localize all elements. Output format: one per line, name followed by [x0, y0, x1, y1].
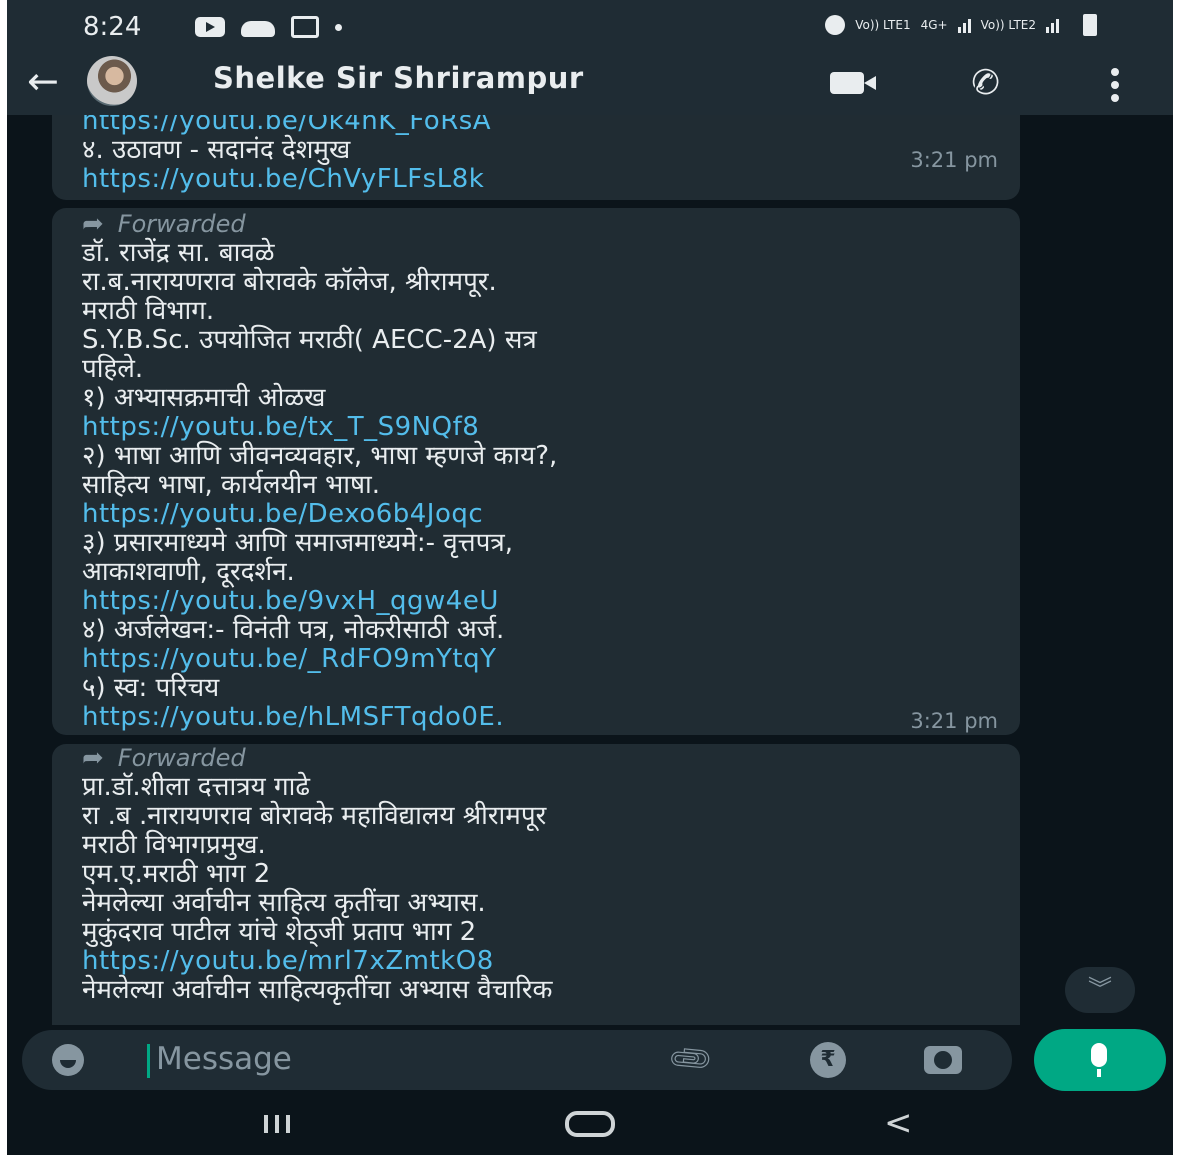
forwarded-text: Forwarded — [117, 744, 246, 772]
message-link[interactable]: https://youtu.be/hLMSFTqdo0E. — [82, 703, 992, 732]
status-bar: 8:24 Vo)) LTE1 4G+ Vo)) LTE2 — [7, 0, 1173, 55]
network-type-label: 4G+ — [920, 18, 948, 32]
message-link[interactable]: https://youtu.be/9vxH_qgw4eU — [82, 587, 992, 616]
message-text: पहिले. — [82, 354, 144, 384]
message-link[interactable]: https://youtu.be/ChVyFLFsL8k — [82, 165, 992, 194]
network-sim2-label: Vo)) LTE2 — [980, 18, 1036, 32]
message-list[interactable]: https://youtu.be/Ok4hK_FoRsA ४. उठावण - … — [7, 115, 1173, 1025]
chat-header: ← Shelke Sir Shrirampur ✆ — [7, 55, 1173, 115]
camera-icon[interactable] — [924, 1046, 962, 1074]
message-text: साहित्य भाषा, कार्यलयीन भाषा. — [82, 470, 380, 500]
message-text: नेमलेल्या अर्वाचीन साहित्यकृतींचा अभ्यास… — [82, 975, 553, 1005]
payment-rupee-icon[interactable]: ₹ — [810, 1042, 846, 1078]
double-chevron-down-icon: ︾ — [1088, 975, 1112, 1003]
message-text: S.Y.B.Sc. उपयोजित मराठी( AECC-2A) सत्र — [82, 325, 537, 355]
microphone-icon — [1091, 1043, 1107, 1077]
forward-arrow-icon: ➦ — [82, 743, 104, 773]
forwarded-label: ➦ Forwarded — [82, 210, 992, 239]
status-time: 8:24 — [83, 12, 142, 42]
message-text: एम.ए.मराठी भाग 2 — [82, 859, 271, 889]
alarm-icon — [825, 15, 846, 35]
battery-icon — [1083, 14, 1097, 36]
system-navigation-bar: < — [7, 1095, 1173, 1155]
message-text: नेमलेल्या अर्वाचीन साहित्य कृतींचा अभ्या… — [82, 888, 486, 918]
contact-name[interactable]: Shelke Sir Shrirampur — [213, 61, 584, 95]
status-indicators: Vo)) LTE1 4G+ Vo)) LTE2 — [825, 14, 1097, 36]
message-bubble[interactable]: ➦ Forwarded प्रा.डॉ.शीला दत्तात्रय गाढे … — [52, 744, 1020, 1025]
more-notifications-dot-icon — [335, 23, 342, 31]
scroll-to-bottom-button[interactable]: ︾ — [1065, 967, 1135, 1013]
back-icon[interactable]: < — [884, 1103, 913, 1143]
network-sim1-label: Vo)) LTE1 — [855, 18, 911, 32]
more-options-icon[interactable] — [1111, 68, 1119, 102]
signal-sim2-icon — [1046, 17, 1059, 33]
phone-screen: 8:24 Vo)) LTE1 4G+ Vo)) LTE2 ← Shelke Si… — [7, 0, 1173, 1155]
message-text: मराठी विभागप्रमुख. — [82, 830, 266, 860]
signal-sim1-icon — [957, 17, 971, 33]
message-text: ५) स्व: परिचय — [82, 673, 220, 703]
forward-arrow-icon: ➦ — [82, 209, 104, 239]
text-cursor — [147, 1044, 150, 1078]
message-text: ४) अर्जलेखन:- विनंती पत्र, नोकरीसाठी अर्… — [82, 615, 505, 645]
message-text: मुकुंदराव पाटील यांचे शेठ्जी प्रताप भाग … — [82, 917, 477, 947]
message-text: ३) प्रसारमाध्यमे आणि समाजमाध्यमे:- वृत्त… — [82, 528, 514, 558]
message-link[interactable]: https://youtu.be/mrl7xZmtkO8 — [82, 947, 992, 976]
message-text: २) भाषा आणि जीवनव्यवहार, भाषा म्हणजे काय… — [82, 441, 558, 471]
voice-call-icon[interactable]: ✆ — [966, 60, 1004, 106]
message-input[interactable]: Message — [156, 1041, 292, 1077]
message-text: १) अभ्यासक्रमाची ओळख — [82, 383, 326, 413]
forwarded-text: Forwarded — [117, 210, 246, 238]
recent-apps-icon[interactable] — [264, 1115, 290, 1133]
avatar[interactable] — [87, 56, 137, 106]
message-text: ४. उठावण - सदानंद देशमुख — [82, 135, 351, 165]
message-text: प्रा.डॉ.शीला दत्तात्रय गाढे — [82, 772, 310, 802]
forwarded-label: ➦ Forwarded — [82, 744, 992, 773]
message-link[interactable]: https://youtu.be/Dexo6b4Joqc — [82, 500, 992, 529]
image-notification-icon — [291, 16, 319, 38]
youtube-notification-icon — [195, 17, 225, 37]
emoji-icon[interactable] — [52, 1044, 84, 1076]
message-time: 3:21 pm — [910, 148, 998, 172]
message-bubble[interactable]: https://youtu.be/Ok4hK_FoRsA ४. उठावण - … — [52, 115, 1020, 200]
message-bubble[interactable]: ➦ Forwarded डॉ. राजेंद्र सा. बावळे रा.ब.… — [52, 208, 1020, 735]
message-text: रा.ब.नारायणराव बोरावके कॉलेज, श्रीरामपूर… — [82, 267, 497, 297]
message-composer: Message 📎︎ ₹ — [7, 1025, 1173, 1095]
attachment-icon[interactable]: 📎︎ — [665, 1034, 717, 1085]
back-arrow-icon[interactable]: ← — [27, 57, 59, 105]
message-time: 3:21 pm — [910, 709, 998, 733]
notification-icons — [195, 16, 342, 38]
message-link[interactable]: https://youtu.be/_RdFO9mYtqY — [82, 645, 992, 674]
cloud-icon — [241, 21, 275, 37]
video-call-icon[interactable] — [830, 72, 876, 94]
message-text: आकाशवाणी, दूरदर्शन. — [82, 557, 295, 587]
home-icon[interactable] — [565, 1111, 615, 1137]
message-link[interactable]: https://youtu.be/tx_T_S9NQf8 — [82, 413, 992, 442]
message-link[interactable]: https://youtu.be/Ok4hK_FoRsA — [82, 115, 992, 136]
message-text: मराठी विभाग. — [82, 296, 215, 326]
message-input-container[interactable]: Message 📎︎ ₹ — [22, 1030, 1012, 1090]
message-text: रा .ब .नारायणराव बोरावके महाविद्यालय श्र… — [82, 801, 547, 831]
message-text: डॉ. राजेंद्र सा. बावळे — [82, 238, 275, 268]
voice-message-button[interactable] — [1034, 1029, 1166, 1091]
